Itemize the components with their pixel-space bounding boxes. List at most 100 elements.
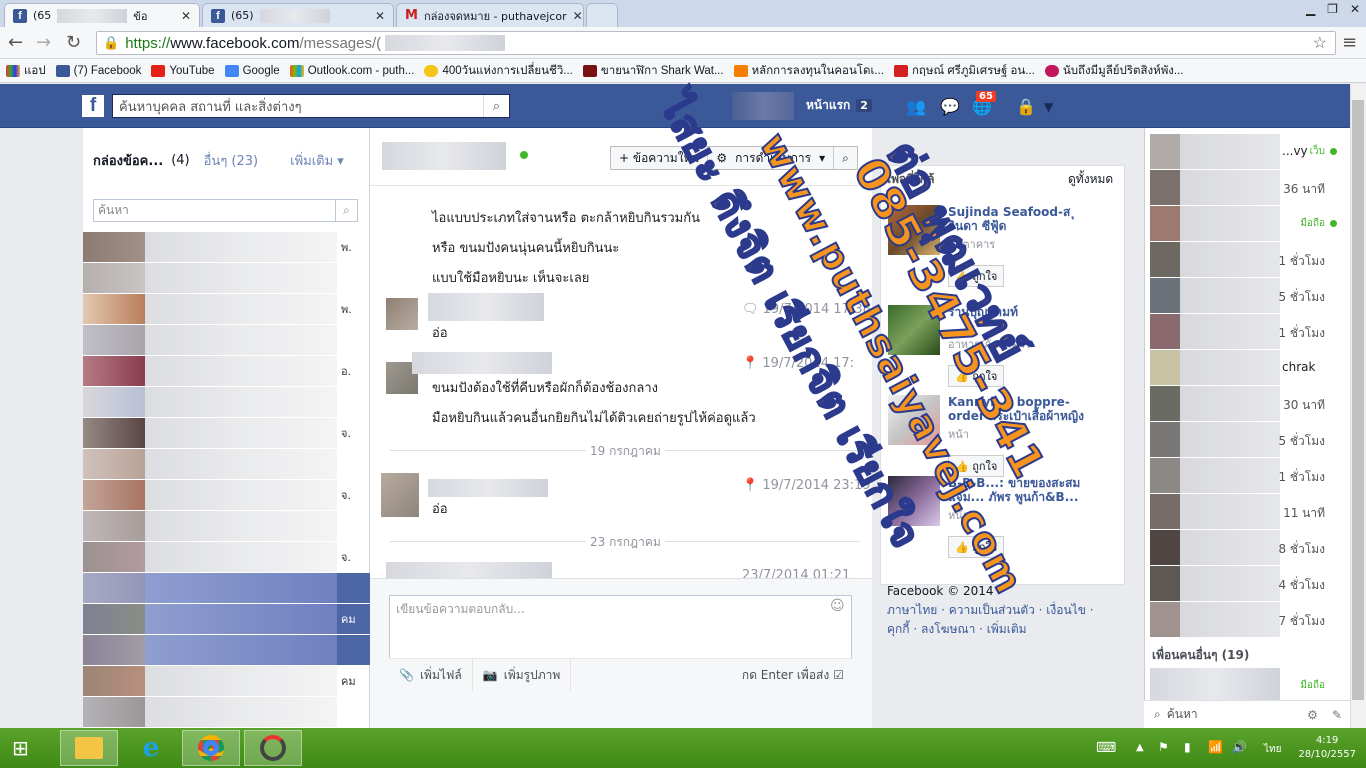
inbox-title[interactable]: กล่องข้อค...	[93, 150, 163, 171]
facebook-logo-icon[interactable]: f	[82, 95, 104, 117]
star-icon[interactable]: ☆	[1313, 33, 1327, 53]
address-bar[interactable]: 🔒 https:// www.facebook.com /messages/( …	[96, 31, 1336, 55]
friend-row[interactable]: ...vy เว็บ	[1150, 134, 1345, 169]
windows-start-icon[interactable]: ⊞	[12, 736, 29, 760]
conversation-row[interactable]: พ.	[83, 294, 370, 324]
bookmark-krit[interactable]: กฤษณ์ ศรีภูมิเศรษฐ์ อน...	[893, 62, 1035, 80]
search-icon[interactable]: ⌕	[335, 200, 357, 221]
close-icon[interactable]: ✕	[573, 9, 583, 23]
minimize-icon[interactable]: ▁	[1306, 2, 1315, 16]
close-icon[interactable]: ✕	[181, 9, 191, 23]
app-taskbar-button[interactable]	[244, 730, 302, 766]
avatar[interactable]	[381, 473, 419, 517]
bookmark-google[interactable]: Google	[224, 64, 280, 77]
bookmark-400days[interactable]: 400วันแห่งการเปลี่ยนชีวิ...	[424, 62, 573, 80]
conversation-row[interactable]: คม	[83, 604, 370, 634]
bookmark-apps[interactable]: แอป	[6, 62, 46, 80]
close-icon[interactable]: ✕	[375, 9, 385, 23]
gear-icon[interactable]: ⚙	[1307, 708, 1318, 722]
inbox-search-input[interactable]: ค้นหา ⌕	[93, 199, 358, 222]
bookmark-last[interactable]: นับถึงมีมูลีย์ปริตสิงห์พัง...	[1044, 62, 1184, 80]
footer-links[interactable]: ภาษาไทย · ความเป็นส่วนตัว · เงื่อนไข · ค…	[887, 601, 1117, 639]
bookmark-facebook[interactable]: (7) Facebook	[55, 64, 141, 77]
reload-icon[interactable]: ↻	[66, 32, 81, 53]
action-center-flag-icon[interactable]: ⚑	[1158, 740, 1169, 754]
tab-facebook-messages[interactable]: f (65 ข้อ ✕	[4, 3, 200, 27]
menu-icon[interactable]: ≡	[1342, 32, 1357, 53]
keyboard-icon[interactable]: ⌨	[1096, 740, 1116, 756]
friend-row[interactable]: 11 นาที	[1150, 494, 1345, 529]
bookmark-shark-watch[interactable]: ขายนาฬิกา Shark Wat...	[582, 62, 724, 80]
volume-icon[interactable]: 🔊	[1232, 740, 1247, 754]
friend-row[interactable]: 5 ชั่วโมง	[1150, 278, 1345, 313]
ie-taskbar-button[interactable]: e	[122, 730, 180, 766]
forward-icon[interactable]: →	[36, 32, 51, 53]
friend-row[interactable]: 4 ชั่วโมง	[1150, 566, 1345, 601]
enter-to-send-toggle[interactable]: กด Enter เพื่อส่ง ☑	[742, 666, 852, 685]
friend-row[interactable]: 5 ชั่วโมง	[1150, 422, 1345, 457]
conversation-row[interactable]: คม	[83, 666, 370, 696]
facebook-search-input[interactable]: ค้นหาบุคคล สถานที่ และสิ่งต่างๆ ⌕	[112, 94, 510, 118]
friend-row[interactable]: 30 นาที	[1150, 386, 1345, 421]
conversation-row[interactable]	[83, 325, 370, 355]
show-hidden-icons-icon[interactable]: ▲	[1136, 742, 1144, 753]
app-icon	[260, 735, 286, 761]
privacy-shortcuts-icon[interactable]: 🔒	[1016, 97, 1036, 116]
emoji-icon[interactable]: ☺	[830, 598, 845, 614]
chrome-taskbar-button[interactable]	[182, 730, 240, 766]
network-icon[interactable]: 📶	[1208, 740, 1223, 754]
friend-row[interactable]: 1 ชั่วโมง	[1150, 314, 1345, 349]
search-icon[interactable]: ⌕	[834, 147, 857, 169]
more-dropdown[interactable]: เพิ่มเติม ▾	[290, 150, 344, 171]
close-window-icon[interactable]: ✕	[1350, 2, 1360, 16]
back-icon[interactable]: ←	[8, 32, 23, 53]
conversation-row[interactable]	[83, 635, 370, 665]
file-explorer-taskbar-button[interactable]	[60, 730, 118, 766]
conversation-row[interactable]	[83, 511, 370, 541]
profile-avatar[interactable]	[732, 92, 794, 120]
chat-search-input[interactable]: ⌕ ค้นหา ⚙ ✎	[1144, 700, 1350, 728]
friend-row[interactable]: chrak	[1150, 350, 1345, 385]
conversation-row[interactable]: พ.	[83, 232, 370, 262]
conversation-row[interactable]	[83, 573, 370, 603]
friend-row[interactable]: มือถือ	[1150, 668, 1345, 703]
scrollbar-thumb[interactable]	[1352, 100, 1364, 700]
conversation-row[interactable]	[83, 387, 370, 417]
friend-row[interactable]: 7 ชั่วโมง	[1150, 602, 1345, 637]
messages-icon[interactable]: 💬	[940, 97, 960, 116]
bookmark-outlook[interactable]: Outlook.com - puth...	[289, 64, 414, 77]
add-file-button[interactable]: 📎 เพิ่มไฟล์	[389, 659, 473, 691]
conversation-row[interactable]: อ.	[83, 356, 370, 386]
bookmark-youtube[interactable]: YouTube	[151, 64, 215, 77]
compose-icon[interactable]: ✎	[1332, 708, 1342, 722]
conversation-row[interactable]: จ.	[83, 418, 370, 448]
home-button[interactable]: หน้าแรก 2	[806, 96, 872, 115]
blurred-friend	[1150, 278, 1280, 313]
maximize-icon[interactable]: ❐	[1327, 2, 1338, 16]
input-language[interactable]: ไทย	[1264, 742, 1281, 757]
new-tab-button[interactable]	[586, 3, 618, 27]
friend-row[interactable]: 1 ชั่วโมง	[1150, 242, 1345, 277]
checkbox-checked-icon[interactable]: ☑	[833, 668, 844, 682]
see-all-link[interactable]: ดูทั้งหมด	[1068, 170, 1113, 189]
search-icon[interactable]: ⌕	[483, 95, 509, 117]
friend-row[interactable]: 1 ชั่วโมง	[1150, 458, 1345, 493]
friend-requests-icon[interactable]: 👥	[906, 97, 926, 116]
battery-icon[interactable]: ▮	[1184, 740, 1191, 754]
friend-row[interactable]: มือถือ	[1150, 206, 1345, 241]
tab-gmail[interactable]: M กล่องจดหมาย - puthavejcor ✕	[396, 3, 584, 27]
tab-facebook[interactable]: f (65) ✕	[202, 3, 394, 27]
add-photo-button[interactable]: 📷 เพิ่มรูปภาพ	[473, 659, 572, 691]
friend-row[interactable]: 8 ชั่วโมง	[1150, 530, 1345, 565]
avatar[interactable]	[386, 298, 418, 330]
conversation-row[interactable]: จ.	[83, 480, 370, 510]
conversation-row[interactable]: จ.	[83, 542, 370, 572]
other-folder-link[interactable]: อื่นๆ (23)	[204, 150, 259, 171]
system-clock[interactable]: 4:19 28/10/2557	[1298, 734, 1356, 762]
conversation-row[interactable]	[83, 697, 370, 727]
settings-dropdown-icon[interactable]: ▼	[1044, 100, 1053, 114]
conversation-row[interactable]	[83, 449, 370, 479]
friend-row[interactable]: 36 นาที	[1150, 170, 1345, 205]
conversation-row[interactable]	[83, 263, 370, 293]
bookmark-condo[interactable]: หลักการลงทุนในคอนโดเ...	[733, 62, 884, 80]
